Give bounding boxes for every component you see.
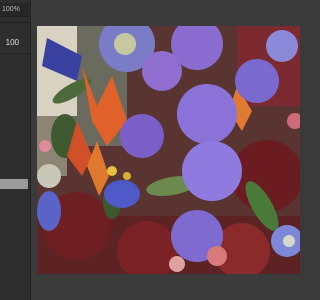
flower-bouquet-photo[interactable] xyxy=(37,26,300,274)
zoom-level-field[interactable]: 100% xyxy=(0,3,29,17)
slider-handle[interactable] xyxy=(0,179,28,189)
value-input[interactable]: 100 xyxy=(0,34,29,52)
photo-image xyxy=(37,26,300,274)
panel-divider-2 xyxy=(0,53,30,54)
canvas-area[interactable] xyxy=(31,0,300,300)
panel-divider xyxy=(0,22,30,23)
left-properties-panel: 100% 100 xyxy=(0,0,31,300)
